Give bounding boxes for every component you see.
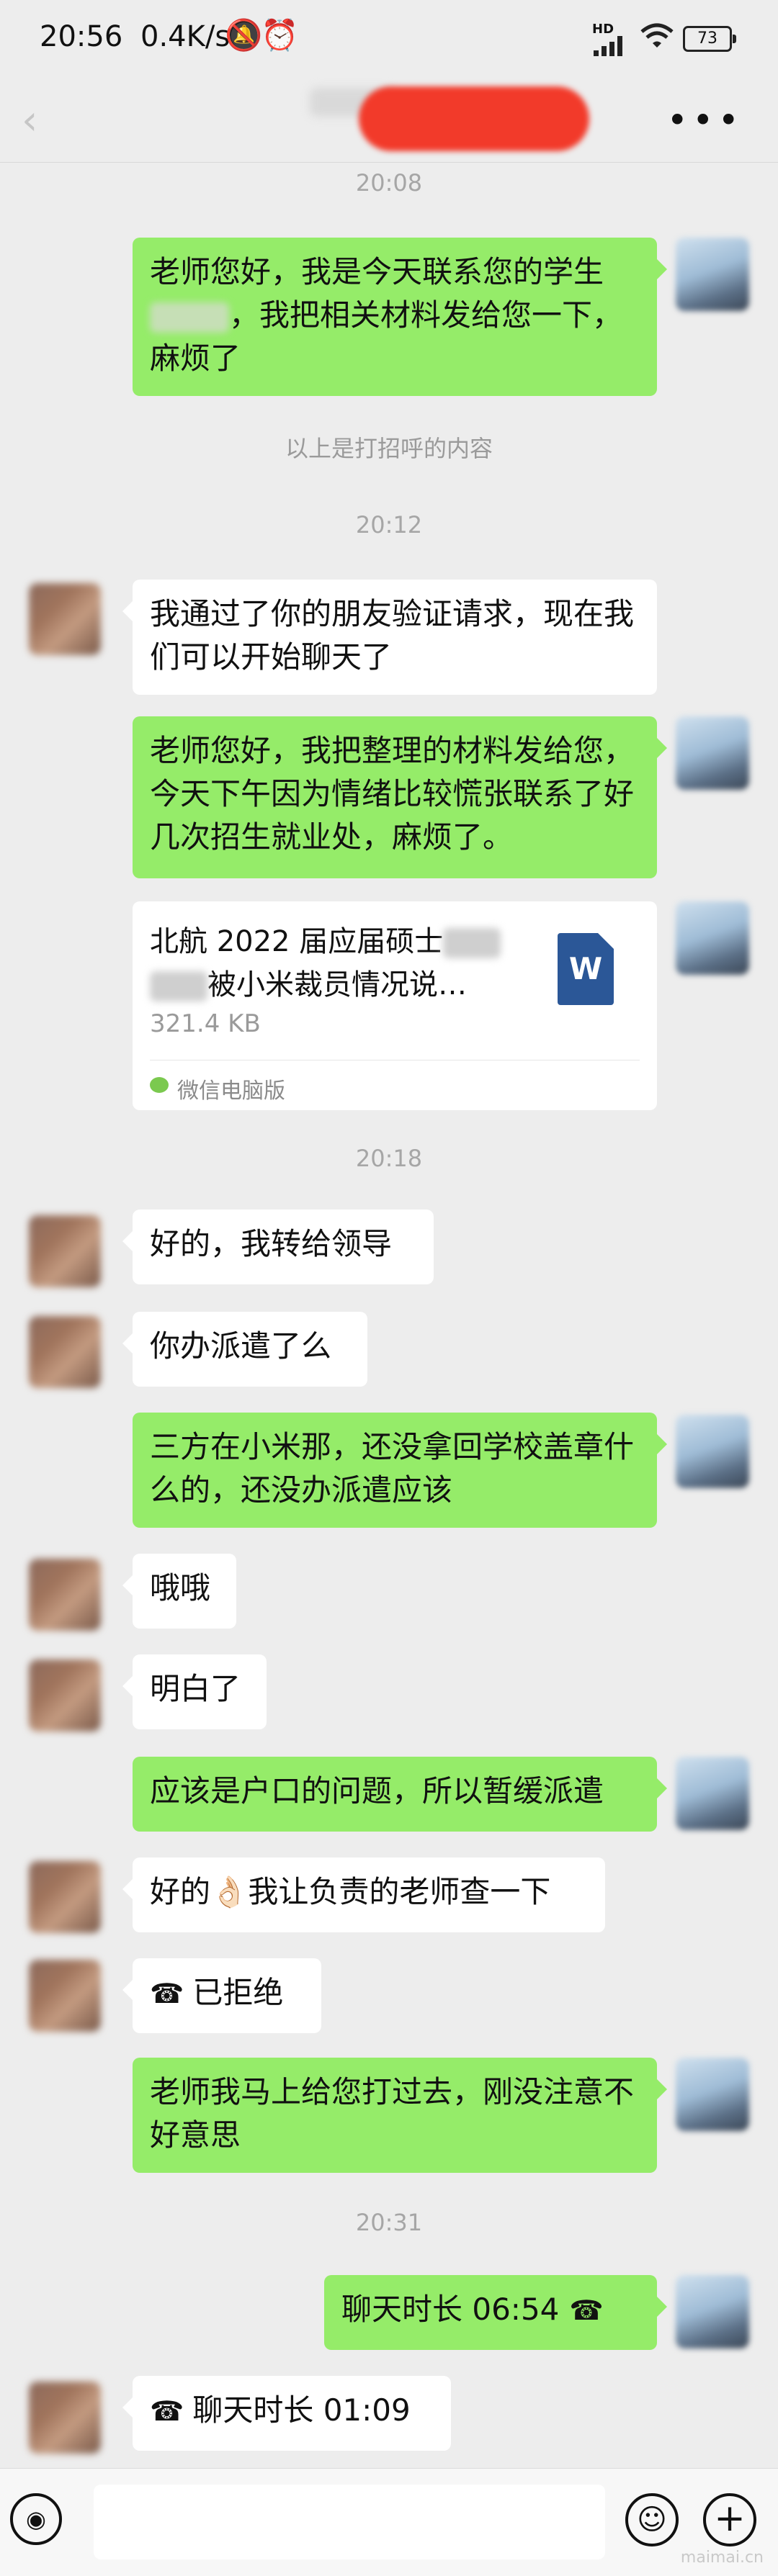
message-text: 三方在小米那，还没拿回学校盖章什么的，还没办派遣应该 xyxy=(150,1429,635,1508)
avatar-self[interactable] xyxy=(676,238,749,311)
file-message-card[interactable]: 北航 2022 届应届硕士被小米裁员情况说… 321.4 KB W 微信电脑版 xyxy=(133,901,657,1110)
message-bubble-self[interactable]: 应该是户口的问题，所以暂缓派遣 xyxy=(133,1757,667,1832)
redacted-text xyxy=(443,928,501,958)
avatar-teacher[interactable] xyxy=(29,2382,101,2454)
call-record-bubble[interactable]: ☎ 聊天时长 01:09 xyxy=(122,2376,451,2451)
message-text: 老师您好，我是今天联系您的学生 xyxy=(150,254,604,289)
redacted-text xyxy=(150,971,207,1001)
call-record-bubble[interactable]: ☎ 已拒绝 xyxy=(122,1958,321,2033)
word-document-icon: W xyxy=(558,933,614,1005)
phone-handset-icon: ☎ xyxy=(569,2294,604,2326)
avatar-teacher[interactable] xyxy=(29,1659,101,1731)
battery-indicator: 73 xyxy=(683,26,736,52)
call-record-bubble[interactable]: 聊天时长 06:54 ☎ xyxy=(324,2275,667,2350)
status-net-speed: 0.4K/s xyxy=(140,20,231,53)
message-text: 应该是户口的问题，所以暂缓派遣 xyxy=(150,1773,604,1809)
phone-handset-icon: ☎ xyxy=(150,1978,184,2009)
back-arrow-icon[interactable]: ‹ xyxy=(22,97,37,144)
alarm-icon: ⏰ xyxy=(261,17,299,53)
wechat-pc-icon xyxy=(150,1077,169,1093)
voice-input-icon[interactable]: ◉ xyxy=(10,2493,62,2545)
message-text: 你办派遣了么 xyxy=(150,1328,332,1364)
file-source: 微信电脑版 xyxy=(177,1078,285,1104)
avatar-self[interactable] xyxy=(676,1415,749,1488)
avatar-self[interactable] xyxy=(676,716,749,790)
mute-bell-icon: 🔕 xyxy=(225,17,263,53)
file-name-part: 被小米裁员情况说… xyxy=(207,968,467,1001)
avatar-self[interactable] xyxy=(676,1757,749,1830)
redacted-text xyxy=(150,302,229,333)
message-input[interactable] xyxy=(94,2485,605,2559)
plus-icon[interactable]: + xyxy=(703,2493,756,2546)
wifi-icon xyxy=(640,23,674,48)
more-options-icon[interactable]: ••• xyxy=(667,99,743,141)
avatar-teacher[interactable] xyxy=(29,1559,101,1631)
input-bar: ◉ ☺ + xyxy=(0,2468,778,2576)
timestamp: 20:12 xyxy=(355,511,423,539)
watermark: maimai.cn xyxy=(680,2549,764,2567)
message-text: 老师您好，我把整理的材料发给您，今天下午因为情绪比较慌张联系了好几次招生就业处，… xyxy=(150,733,635,855)
message-bubble-other[interactable]: 好的，我转给领导 xyxy=(122,1210,434,1284)
status-time: 20:56 xyxy=(40,20,123,53)
message-text: 哦哦 xyxy=(150,1570,211,1606)
call-status: 已拒绝 xyxy=(192,1975,284,2010)
message-bubble-other[interactable]: 你办派遣了么 xyxy=(122,1312,367,1387)
call-duration: 聊天时长 01:09 xyxy=(192,2392,411,2428)
timestamp: 20:18 xyxy=(355,1145,423,1172)
ok-hand-emoji: 👌🏻 xyxy=(210,1874,249,1909)
avatar-self[interactable] xyxy=(676,901,749,975)
file-name-part: 北航 2022 届应届硕士 xyxy=(150,925,444,958)
avatar-self[interactable] xyxy=(676,2275,749,2348)
message-bubble-self[interactable]: 老师您好，我是今天联系您的学生，我把相关材料发给您一下，麻烦了 xyxy=(133,238,667,396)
message-text: 我通过了你的朋友验证请求，现在我们可以开始聊天了 xyxy=(150,596,635,675)
hd-label: HD xyxy=(592,22,614,37)
message-bubble-other[interactable]: 好的👌🏻我让负责的老师查一下 xyxy=(122,1857,605,1932)
message-text: 老师我马上给您打过去，刚没注意不好意思 xyxy=(150,2074,635,2153)
message-bubble-self[interactable]: 老师您好，我把整理的材料发给您，今天下午因为情绪比较慌张联系了好几次招生就业处，… xyxy=(133,716,667,878)
signal-icon xyxy=(594,36,622,56)
phone-handset-icon: ☎ xyxy=(150,2395,184,2427)
message-bubble-self[interactable]: 三方在小米那，还没拿回学校盖章什么的，还没办派遣应该 xyxy=(133,1413,667,1528)
message-bubble-other[interactable]: 哦哦 xyxy=(122,1554,236,1629)
status-bar: 20:56 0.4K/s 🔕 ⏰ HD 73 xyxy=(0,0,778,72)
avatar-teacher[interactable] xyxy=(29,1215,101,1287)
call-duration: 聊天时长 06:54 xyxy=(341,2292,560,2327)
message-text: 好的，我转给领导 xyxy=(150,1226,393,1261)
avatar-self[interactable] xyxy=(676,2058,749,2131)
system-note: 以上是打招呼的内容 xyxy=(285,435,493,462)
message-bubble-other[interactable]: 明白了 xyxy=(122,1654,267,1729)
chat-title-redacted xyxy=(359,86,589,151)
timestamp: 20:08 xyxy=(355,169,423,197)
message-bubble-other[interactable]: 我通过了你的朋友验证请求，现在我们可以开始聊天了 xyxy=(122,580,657,695)
avatar-teacher[interactable] xyxy=(29,1316,101,1388)
emoji-icon[interactable]: ☺ xyxy=(625,2493,679,2546)
avatar-teacher[interactable] xyxy=(29,1861,101,1933)
file-name: 北航 2022 届应届硕士被小米裁员情况说… xyxy=(150,920,524,1006)
chat-header: ‹ ••• xyxy=(0,72,778,163)
avatar-teacher[interactable] xyxy=(29,583,101,655)
avatar-teacher[interactable] xyxy=(29,1960,101,2032)
file-size: 321.4 KB xyxy=(150,1009,261,1038)
message-text: 我让负责的老师查一下 xyxy=(248,1874,551,1909)
timestamp: 20:31 xyxy=(355,2209,423,2236)
message-text: 好的 xyxy=(150,1874,211,1909)
message-text: 明白了 xyxy=(150,1671,241,1706)
message-bubble-self[interactable]: 老师我马上给您打过去，刚没注意不好意思 xyxy=(133,2058,667,2173)
